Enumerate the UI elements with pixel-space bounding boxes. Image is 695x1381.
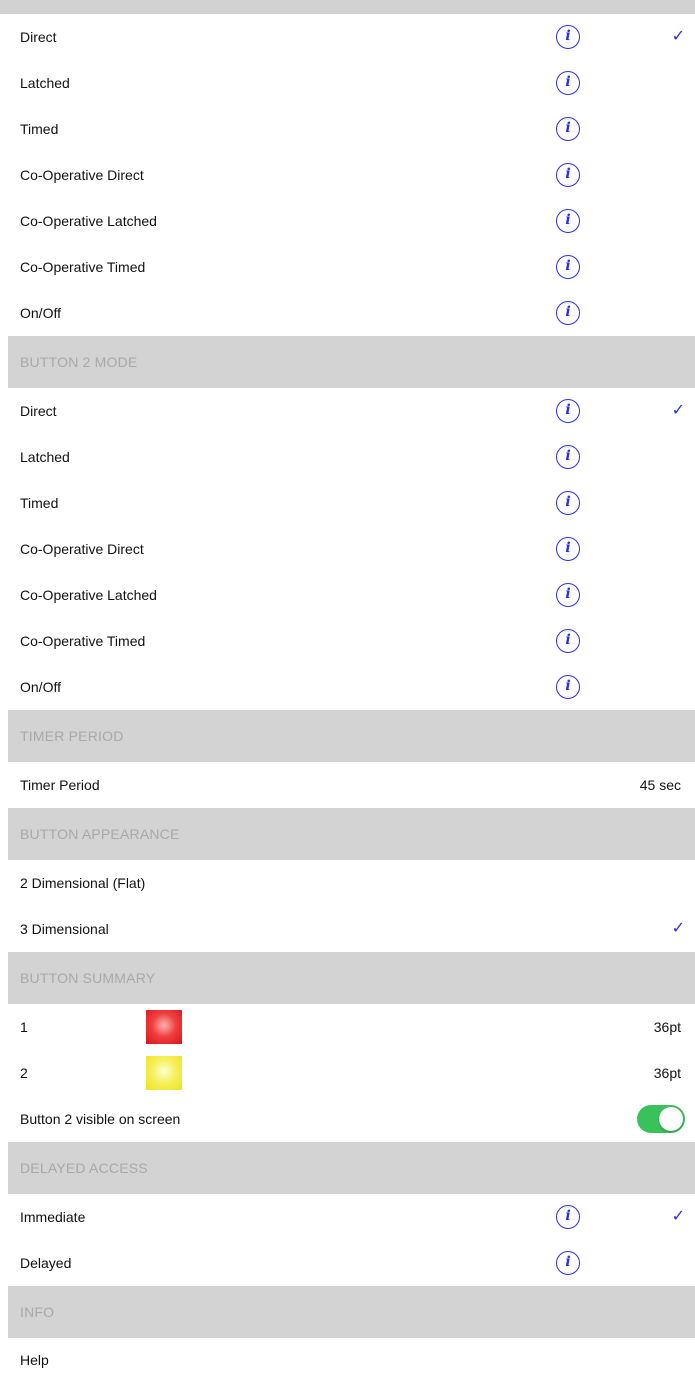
- mode2-row-direct[interactable]: Direct i ✓: [8, 388, 695, 435]
- row-label: 1: [20, 1019, 28, 1035]
- section-header-text: BUTTON SUMMARY: [20, 970, 156, 986]
- row-label: Co-Operative Direct: [20, 541, 144, 557]
- section-header-timer-period: TIMER PERIOD: [8, 710, 695, 762]
- timer-period-row[interactable]: Timer Period 45 sec: [8, 762, 695, 808]
- top-divider: [0, 0, 695, 14]
- button-1-size: 36pt: [653, 1019, 681, 1035]
- checkmark-icon: ✓: [671, 402, 685, 419]
- section-header-button-appearance: BUTTON APPEARANCE: [8, 808, 695, 860]
- info-icon[interactable]: i: [556, 71, 580, 95]
- section-header-text: BUTTON 2 MODE: [20, 354, 138, 370]
- mode1-row-latched[interactable]: Latched i: [8, 60, 695, 107]
- section-header-delayed-access: DELAYED ACCESS: [8, 1142, 695, 1194]
- appearance-row-3d[interactable]: 3 Dimensional ✓: [8, 906, 695, 952]
- info-icon[interactable]: i: [556, 1251, 580, 1275]
- toggle-knob: [659, 1107, 683, 1131]
- row-label: Latched: [20, 449, 70, 465]
- row-label: Immediate: [20, 1209, 86, 1225]
- mode2-row-timed[interactable]: Timed i: [8, 480, 695, 527]
- info-icon[interactable]: i: [556, 399, 580, 423]
- row-label: Co-Operative Direct: [20, 167, 144, 183]
- row-label: Delayed: [20, 1255, 72, 1271]
- mode1-row-coop-latched[interactable]: Co-Operative Latched i: [8, 198, 695, 245]
- section-header-text: TIMER PERIOD: [20, 728, 124, 744]
- info-icon[interactable]: i: [556, 25, 580, 49]
- mode1-row-coop-direct[interactable]: Co-Operative Direct i: [8, 152, 695, 199]
- checkmark-icon: ✓: [671, 28, 685, 45]
- row-label: Co-Operative Latched: [20, 587, 157, 603]
- row-label: 2: [20, 1065, 28, 1081]
- section-header-info: INFO: [8, 1286, 695, 1338]
- access-row-immediate[interactable]: Immediate i ✓: [8, 1194, 695, 1241]
- mode2-row-onoff[interactable]: On/Off i: [8, 664, 695, 710]
- section-header-text: BUTTON APPEARANCE: [20, 826, 180, 842]
- info-icon[interactable]: i: [556, 675, 580, 699]
- mode2-row-coop-direct[interactable]: Co-Operative Direct i: [8, 526, 695, 573]
- row-label: Co-Operative Timed: [20, 259, 146, 275]
- section-header-text: DELAYED ACCESS: [20, 1160, 148, 1176]
- row-label: Timed: [20, 121, 59, 137]
- row-label: Co-Operative Latched: [20, 213, 157, 229]
- row-label: Timer Period: [20, 777, 100, 793]
- row-label: Direct: [20, 29, 57, 45]
- mode1-row-onoff[interactable]: On/Off i: [8, 290, 695, 336]
- button-1-color-swatch: [146, 1010, 182, 1044]
- button-2-color-swatch: [146, 1056, 182, 1090]
- row-label: Latched: [20, 75, 70, 91]
- info-icon[interactable]: i: [556, 301, 580, 325]
- row-label: Help: [20, 1351, 49, 1368]
- info-icon[interactable]: i: [556, 537, 580, 561]
- help-row[interactable]: Help: [8, 1338, 695, 1381]
- info-icon[interactable]: i: [556, 163, 580, 187]
- button-2-size: 36pt: [653, 1065, 681, 1081]
- row-label: Co-Operative Timed: [20, 633, 146, 649]
- button2-visible-toggle[interactable]: [637, 1105, 685, 1133]
- access-row-delayed[interactable]: Delayed i: [8, 1240, 695, 1286]
- mode1-row-timed[interactable]: Timed i: [8, 106, 695, 153]
- appearance-row-flat[interactable]: 2 Dimensional (Flat): [8, 860, 695, 907]
- timer-period-value: 45 sec: [639, 777, 681, 793]
- mode2-row-latched[interactable]: Latched i: [8, 434, 695, 481]
- info-icon[interactable]: i: [556, 255, 580, 279]
- info-icon[interactable]: i: [556, 117, 580, 141]
- button2-visible-row: Button 2 visible on screen: [8, 1096, 695, 1142]
- row-label: On/Off: [20, 305, 61, 321]
- checkmark-icon: ✓: [671, 1208, 685, 1225]
- row-label: 3 Dimensional: [20, 921, 109, 937]
- summary-row-button-1[interactable]: 1 36pt: [8, 1004, 695, 1051]
- info-icon[interactable]: i: [556, 1205, 580, 1229]
- checkmark-icon: ✓: [671, 920, 685, 937]
- info-icon[interactable]: i: [556, 629, 580, 653]
- section-header-text: INFO: [20, 1304, 55, 1320]
- row-label: Direct: [20, 403, 57, 419]
- row-label: Button 2 visible on screen: [20, 1111, 181, 1127]
- row-label: 2 Dimensional (Flat): [20, 875, 146, 891]
- mode1-row-direct[interactable]: Direct i ✓: [8, 14, 695, 61]
- mode2-row-coop-timed[interactable]: Co-Operative Timed i: [8, 618, 695, 665]
- section-header-button-summary: BUTTON SUMMARY: [8, 952, 695, 1004]
- mode1-row-coop-timed[interactable]: Co-Operative Timed i: [8, 244, 695, 291]
- info-icon[interactable]: i: [556, 491, 580, 515]
- mode2-row-coop-latched[interactable]: Co-Operative Latched i: [8, 572, 695, 619]
- row-label: On/Off: [20, 679, 61, 695]
- info-icon[interactable]: i: [556, 209, 580, 233]
- info-icon[interactable]: i: [556, 583, 580, 607]
- row-label: Timed: [20, 495, 59, 511]
- summary-row-button-2[interactable]: 2 36pt: [8, 1050, 695, 1097]
- info-icon[interactable]: i: [556, 445, 580, 469]
- section-header-button2-mode: BUTTON 2 MODE: [8, 336, 695, 388]
